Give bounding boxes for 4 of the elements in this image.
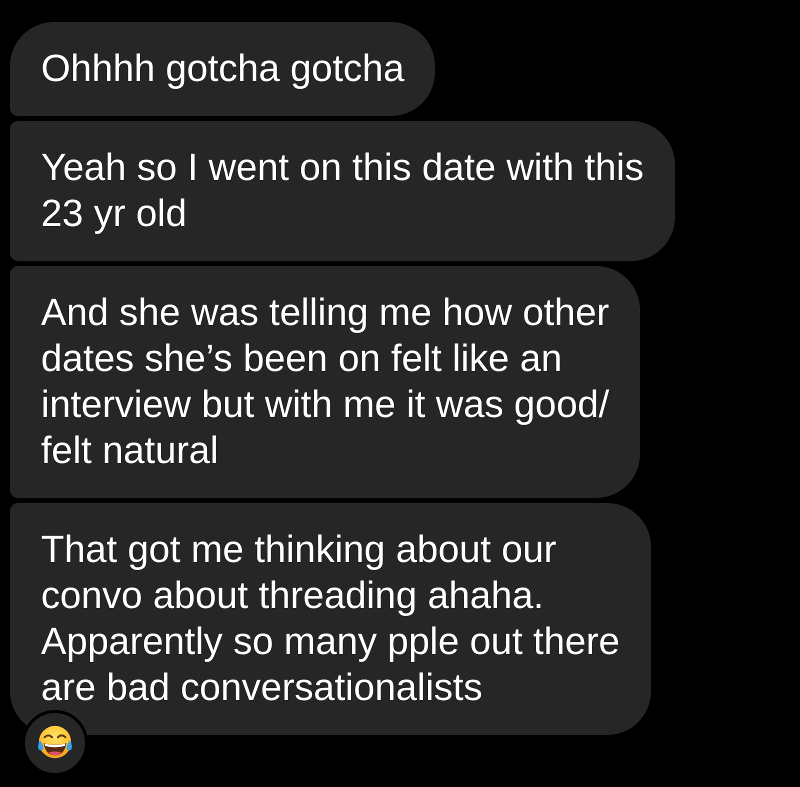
message-bubble: And she was telling me how other dates she’s been on felt like an interview but with me it was good/ felt natural — [10, 266, 640, 498]
message-bubble: Yeah so I went on this date with this 23 yr old — [10, 121, 675, 261]
message-bubble: That got me thinking about our convo about threading ahaha. Apparently so many pple out there are bad conversationalists — [10, 503, 651, 735]
message-bubble: Ohhhh gotcha gotcha — [10, 22, 436, 116]
